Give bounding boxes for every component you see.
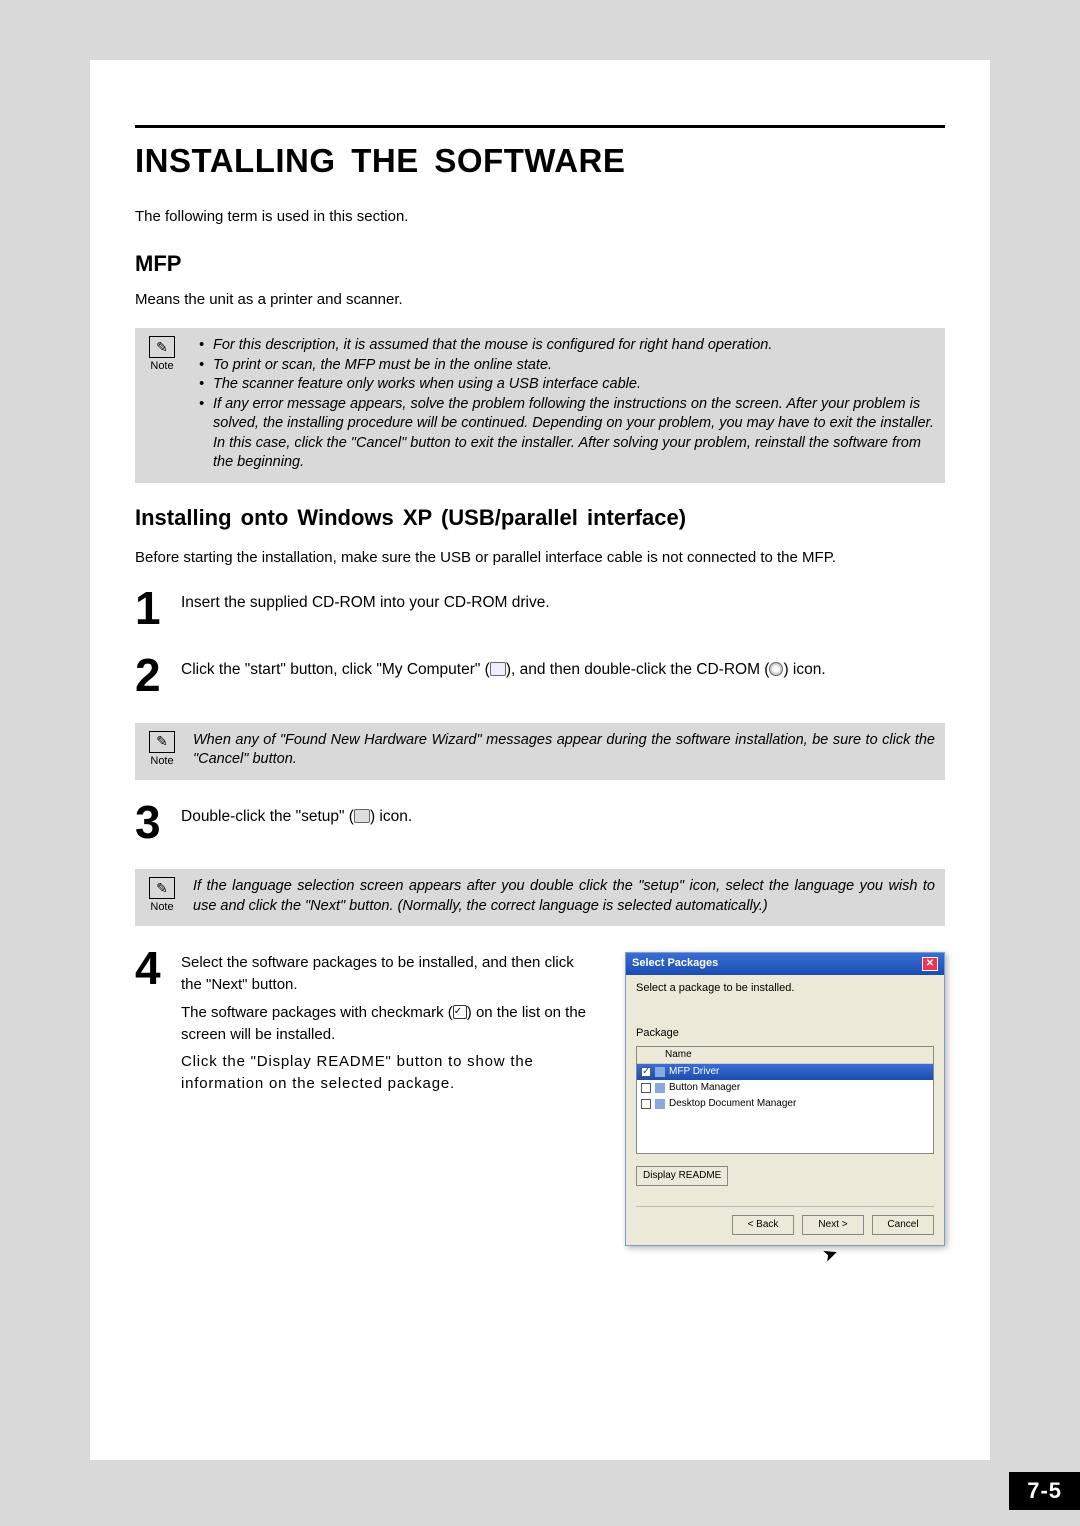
note-list: For this description, it is assumed that…	[193, 336, 935, 473]
package-name: MFP Driver	[669, 1065, 719, 1079]
note-box-3: ✎ Note If the language selection screen …	[135, 869, 945, 926]
package-checkbox[interactable]	[641, 1083, 651, 1093]
page-number: 7-5	[1009, 1472, 1080, 1510]
step-number: 2	[135, 655, 171, 696]
step-4: 4 Select the software packages to be ins…	[135, 948, 945, 1270]
display-readme-button[interactable]: Display README	[636, 1166, 728, 1186]
my-computer-icon	[490, 662, 506, 676]
package-icon	[655, 1099, 665, 1109]
intro-text: The following term is used in this secti…	[135, 208, 945, 225]
package-checkbox[interactable]	[641, 1067, 651, 1077]
section-heading: Installing onto Windows XP (USB/parallel…	[135, 505, 945, 531]
note-label: Note	[145, 901, 179, 913]
dialog-titlebar: Select Packages ✕	[626, 953, 944, 974]
section-lead: Before starting the installation, make s…	[135, 549, 945, 566]
package-checkbox[interactable]	[641, 1099, 651, 1109]
note-icon-col: ✎ Note	[145, 731, 179, 770]
column-name: Name	[665, 1049, 692, 1060]
package-listbox[interactable]: Name MFP Driver Button Manager	[636, 1046, 934, 1154]
package-row-selected[interactable]: MFP Driver	[637, 1064, 933, 1080]
package-name: Desktop Document Manager	[669, 1097, 796, 1111]
checkbox-icon: ✓	[453, 1005, 467, 1019]
note-item: To print or scan, the MFP must be in the…	[199, 356, 935, 376]
mfp-heading: MFP	[135, 251, 945, 277]
package-icon	[655, 1083, 665, 1093]
note-icon-col: ✎ Note	[145, 877, 179, 916]
step-3-text: Double-click the "setup" () icon.	[181, 802, 945, 828]
dialog-title: Select Packages	[632, 956, 718, 971]
next-button[interactable]: Next >	[802, 1215, 864, 1235]
cancel-button[interactable]: Cancel	[872, 1215, 934, 1235]
step-number: 1	[135, 588, 171, 629]
note-label: Note	[145, 360, 179, 372]
note-item: For this description, it is assumed that…	[199, 336, 935, 356]
mfp-definition: Means the unit as a printer and scanner.	[135, 291, 945, 308]
note-box-2: ✎ Note When any of "Found New Hardware W…	[135, 723, 945, 780]
step-1: 1 Insert the supplied CD-ROM into your C…	[135, 588, 945, 629]
cdrom-icon	[769, 662, 783, 676]
note-3-text: If the language selection screen appears…	[193, 877, 935, 916]
note-2-text: When any of "Found New Hardware Wizard" …	[193, 731, 935, 770]
page-sheet: INSTALLING THE SOFTWARE The following te…	[90, 60, 990, 1460]
step-number: 4	[135, 948, 171, 989]
select-packages-dialog: Select Packages ✕ Select a package to be…	[625, 952, 945, 1245]
step-4-text: Select the software packages to be insta…	[181, 952, 597, 1095]
title-rule	[135, 125, 945, 128]
note-box-1: ✎ Note For this description, it is assum…	[135, 328, 945, 483]
package-row[interactable]: Desktop Document Manager	[637, 1096, 933, 1112]
step-1-text: Insert the supplied CD-ROM into your CD-…	[181, 588, 945, 614]
dialog-instruction: Select a package to be installed.	[636, 981, 934, 996]
close-button[interactable]: ✕	[922, 957, 938, 971]
package-label: Package	[636, 1026, 934, 1041]
note-icon-col: ✎ Note	[145, 336, 179, 473]
note-item: If any error message appears, solve the …	[199, 395, 935, 473]
back-button[interactable]: < Back	[732, 1215, 794, 1235]
step-number: 3	[135, 802, 171, 843]
note-icon: ✎	[149, 877, 175, 899]
note-icon: ✎	[149, 731, 175, 753]
note-label: Note	[145, 755, 179, 767]
note-icon: ✎	[149, 336, 175, 358]
step-2-text: Click the "start" button, click "My Comp…	[181, 655, 945, 681]
package-name: Button Manager	[669, 1081, 740, 1095]
setup-icon	[354, 809, 370, 823]
package-icon	[655, 1067, 665, 1077]
package-row[interactable]: Button Manager	[637, 1080, 933, 1096]
note-item: The scanner feature only works when usin…	[199, 375, 935, 395]
step-3: 3 Double-click the "setup" () icon.	[135, 802, 945, 843]
page-title: INSTALLING THE SOFTWARE	[135, 142, 945, 180]
step-2: 2 Click the "start" button, click "My Co…	[135, 655, 945, 696]
